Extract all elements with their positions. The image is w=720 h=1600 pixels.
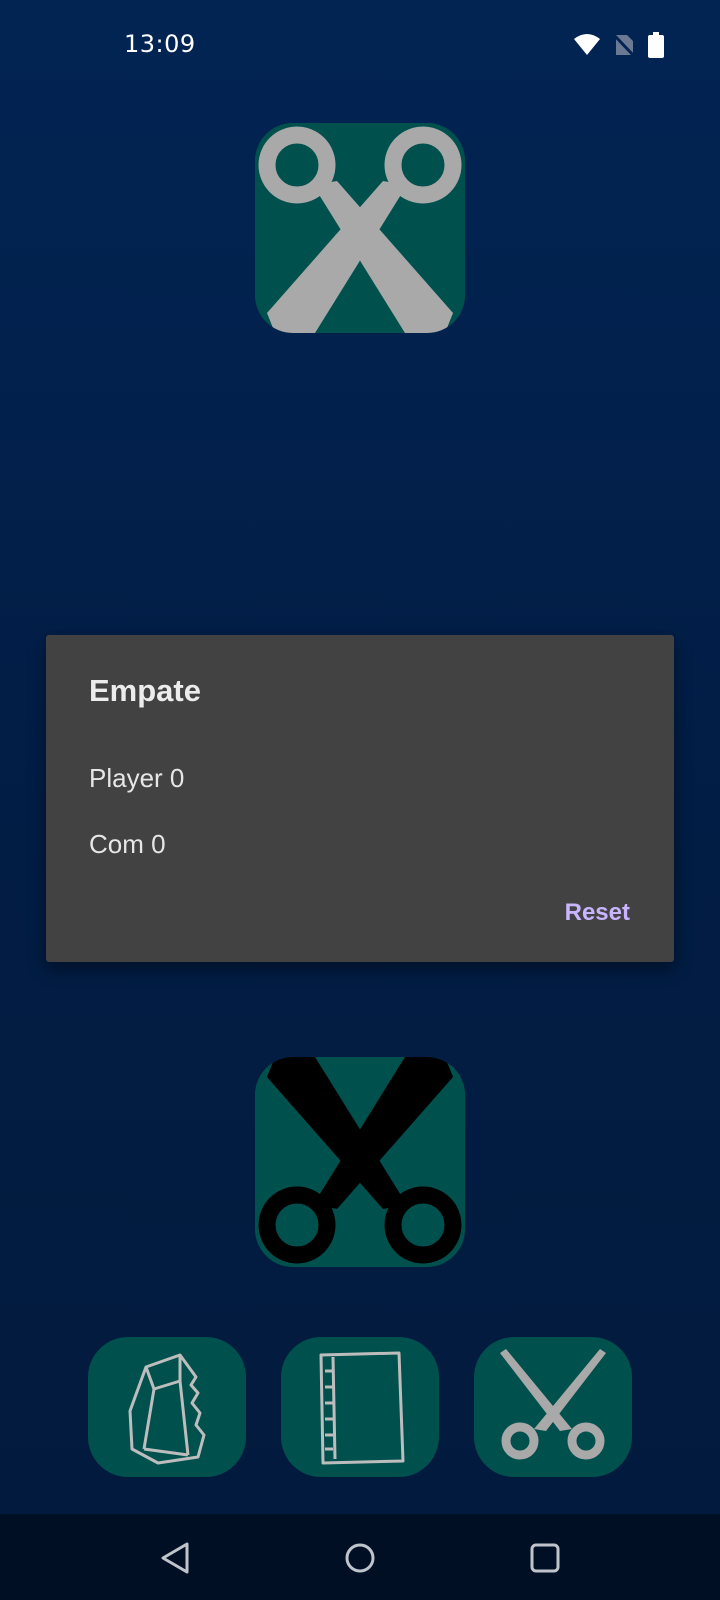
paper-button[interactable] xyxy=(281,1337,439,1477)
home-icon[interactable] xyxy=(338,1536,382,1580)
player-score: Player 0 xyxy=(89,763,185,793)
rock-icon xyxy=(88,1337,246,1477)
back-icon[interactable] xyxy=(155,1536,199,1580)
paper-icon xyxy=(281,1337,439,1477)
no-sim-icon xyxy=(614,33,634,57)
status-time: 13:09 xyxy=(124,30,196,58)
wifi-icon xyxy=(574,34,600,56)
navigation-bar xyxy=(0,1514,720,1600)
recents-icon[interactable] xyxy=(523,1536,567,1580)
reset-button[interactable]: Reset xyxy=(565,899,630,927)
scissors-button[interactable] xyxy=(474,1337,632,1477)
rock-button[interactable] xyxy=(88,1337,246,1477)
computer-choice-tile xyxy=(255,123,465,333)
scissors-icon xyxy=(255,1057,465,1267)
scissors-icon xyxy=(255,123,465,333)
status-icons xyxy=(574,32,664,58)
player-choice-tile xyxy=(255,1057,465,1267)
scissors-icon xyxy=(474,1337,632,1477)
result-dialog: Empate Player 0 Com 0 Reset xyxy=(46,635,674,962)
computer-score: Com 0 xyxy=(89,829,166,859)
battery-icon xyxy=(648,32,664,58)
dialog-title: Empate xyxy=(89,673,201,708)
status-bar: 13:09 xyxy=(0,0,720,96)
